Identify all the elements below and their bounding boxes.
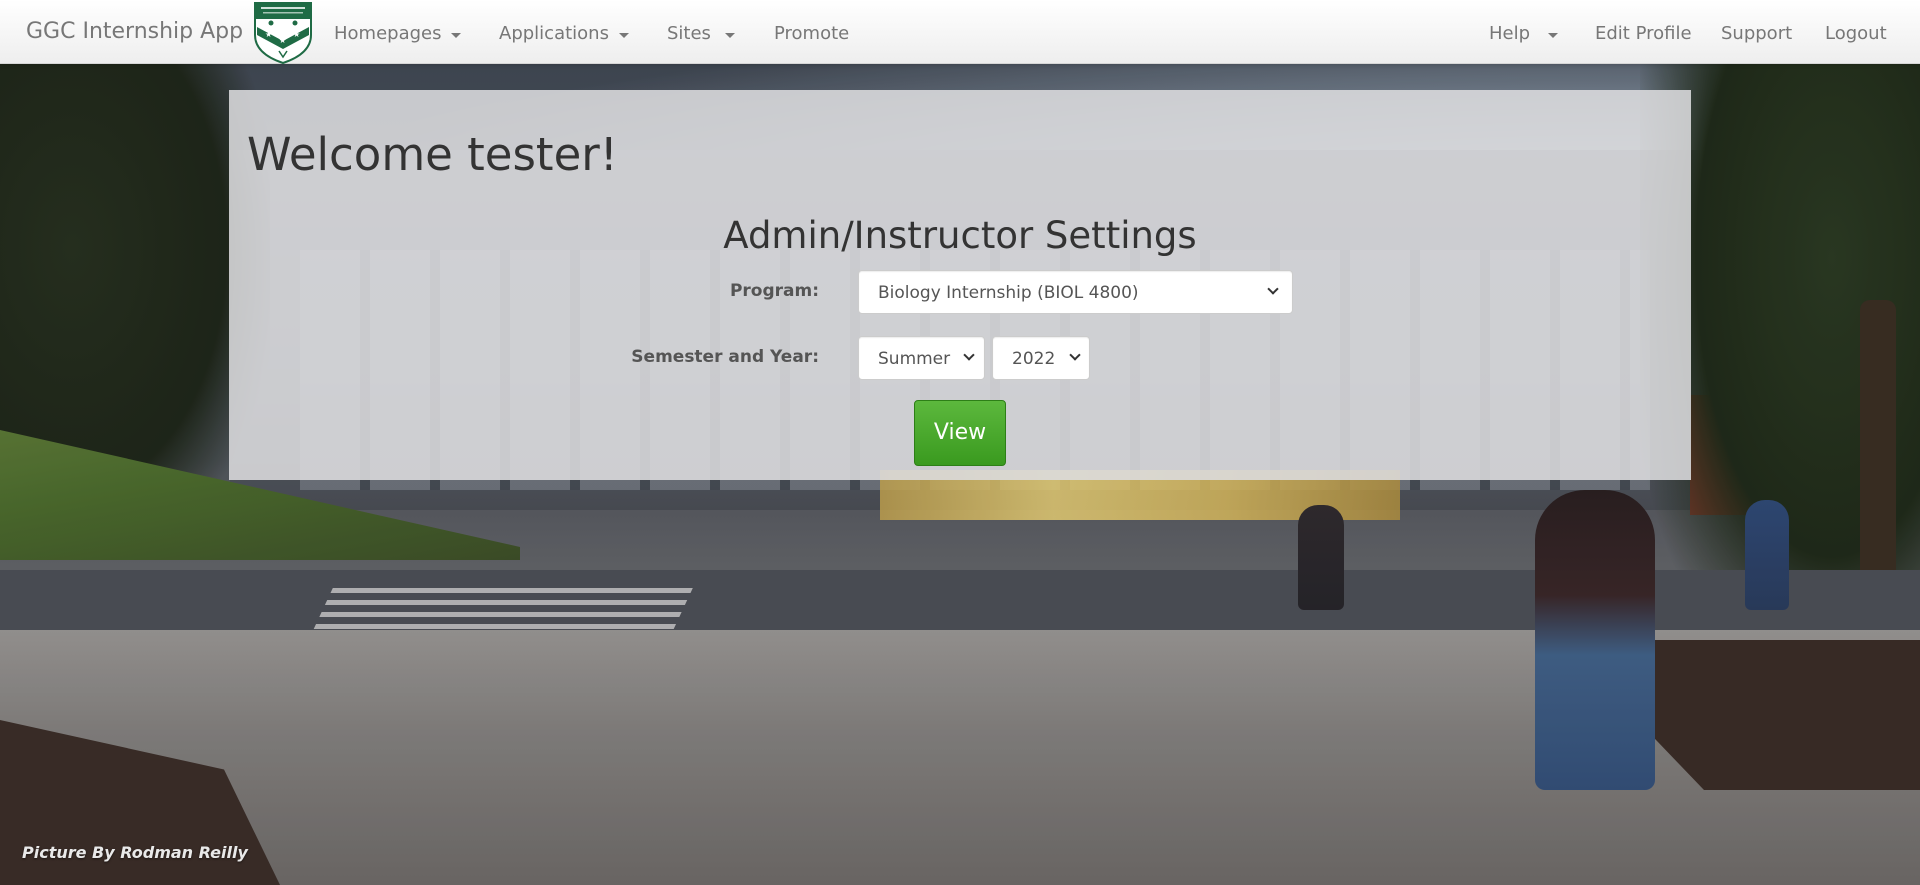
chevron-down-icon <box>1069 349 1081 361</box>
photo-credit: Picture By Rodman Reilly <box>22 843 248 862</box>
nav-promote[interactable]: Promote <box>774 23 849 44</box>
svg-text:★: ★ <box>293 30 300 39</box>
semester-label: Semester and Year: <box>631 347 819 367</box>
chevron-down-icon <box>1548 33 1558 38</box>
nav-logout[interactable]: Logout <box>1825 23 1887 44</box>
college-crest-logo[interactable]: ★ ★ ★ <box>251 1 315 64</box>
chevron-down-icon <box>619 33 629 38</box>
chevron-down-icon <box>451 33 461 38</box>
svg-text:★: ★ <box>279 36 286 45</box>
year-select[interactable]: 2022 <box>992 336 1090 380</box>
settings-title: Admin/Instructor Settings <box>723 214 1197 257</box>
semester-select-value: Summer <box>878 349 951 369</box>
welcome-heading: Welcome tester! <box>247 128 618 181</box>
year-select-value: 2022 <box>1012 349 1056 369</box>
settings-panel: Welcome tester! Admin/Instructor Setting… <box>229 90 1691 480</box>
program-label: Program: <box>729 281 819 301</box>
semester-select[interactable]: Summer <box>858 336 985 380</box>
program-select-value: Biology Internship (BIOL 4800) <box>878 283 1139 303</box>
program-select[interactable]: Biology Internship (BIOL 4800) <box>858 270 1293 314</box>
chevron-down-icon <box>1267 283 1279 295</box>
nav-edit-profile[interactable]: Edit Profile <box>1595 23 1692 44</box>
chevron-down-icon <box>725 33 735 38</box>
nav-support[interactable]: Support <box>1721 23 1792 44</box>
nav-applications[interactable]: Applications <box>499 23 609 44</box>
chevron-down-icon <box>963 349 975 361</box>
nav-help[interactable]: Help <box>1489 23 1530 44</box>
app-brand[interactable]: GGC Internship App <box>26 19 243 44</box>
svg-text:★: ★ <box>265 30 272 39</box>
top-navbar: GGC Internship App ★ ★ ★ Homepages Appli… <box>0 0 1920 64</box>
nav-homepages[interactable]: Homepages <box>334 23 442 44</box>
view-button[interactable]: View <box>914 400 1006 466</box>
nav-sites[interactable]: Sites <box>667 23 711 44</box>
